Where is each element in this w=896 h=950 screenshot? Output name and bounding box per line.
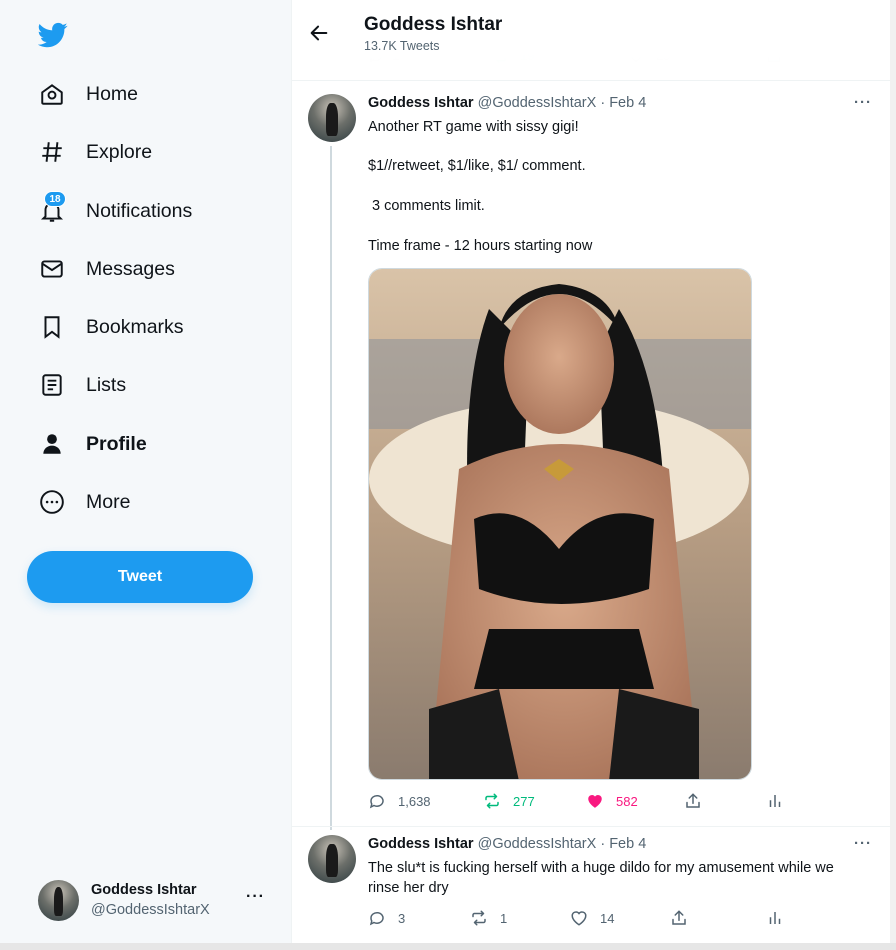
tweet-author-name[interactable]: Goddess Ishtar: [368, 836, 474, 852]
main-column: 1 19 25 Goddess Ishtar 13.7K Tweets Godd…: [291, 0, 896, 950]
nav-label-more: More: [86, 490, 131, 513]
page-title: Goddess Ishtar: [364, 14, 503, 35]
like-count: 582: [616, 793, 638, 809]
retweet-count: 277: [513, 793, 535, 809]
tweet-author-name[interactable]: Goddess Ishtar: [368, 95, 474, 111]
reply-button[interactable]: 3: [368, 909, 405, 927]
retweet-button[interactable]: 1: [470, 909, 507, 927]
tweet-more-icon[interactable]: ···: [854, 835, 872, 852]
tweet-date[interactable]: Feb 4: [609, 95, 646, 111]
share-button[interactable]: [684, 792, 702, 810]
account-avatar: [38, 879, 79, 921]
analytics-icon: [769, 795, 781, 807]
like-button[interactable]: 14: [570, 909, 614, 927]
thread-line: [330, 146, 332, 830]
tweet-avatar[interactable]: [308, 835, 356, 883]
tweet-photo-image: [369, 269, 751, 779]
bookmark-icon: [38, 313, 66, 341]
analytics-button[interactable]: [766, 792, 784, 810]
envelope-icon: [38, 255, 66, 283]
nav-item-lists[interactable]: Lists: [38, 365, 126, 405]
account-name: Goddess Ishtar: [91, 882, 197, 898]
share-button[interactable]: [670, 909, 688, 927]
tweet-more-icon[interactable]: ···: [854, 94, 872, 111]
nav-item-messages[interactable]: Messages: [38, 249, 175, 289]
tweet-text-line: Time frame - 12 hours starting now: [368, 238, 593, 254]
share-icon: [672, 910, 686, 925]
like-button[interactable]: 582: [586, 792, 638, 810]
tweet-avatar[interactable]: [308, 94, 356, 142]
tweet-text-line: Another RT game with sissy gigi!: [368, 119, 579, 135]
heart-filled-icon: [588, 795, 602, 808]
nav-label-messages: Messages: [86, 257, 175, 280]
tweet-text-line: $1//retweet, $1/like, $1/ comment.: [368, 158, 586, 174]
nav-label-home: Home: [86, 82, 139, 105]
retweet-button[interactable]: 277: [483, 792, 535, 810]
nav-item-bookmarks[interactable]: Bookmarks: [38, 307, 184, 347]
tweet-author-handle[interactable]: @GoddessIshtarX: [478, 836, 597, 852]
analytics-button[interactable]: [766, 909, 784, 927]
nav-label-bookmarks: Bookmarks: [86, 315, 184, 338]
like-count: 14: [600, 910, 615, 926]
retweet-icon: [472, 910, 486, 926]
divider: [292, 826, 892, 827]
heart-icon: [571, 911, 587, 926]
nav-item-home[interactable]: Home: [38, 74, 138, 114]
hashtag-icon: [38, 138, 66, 166]
tweet-actions: 3 1 14: [368, 909, 798, 929]
person-icon: [38, 430, 66, 458]
account-switcher[interactable]: Goddess Ishtar @GoddessIshtarX ···: [38, 878, 278, 922]
account-more-icon[interactable]: ···: [246, 888, 265, 906]
nav-item-notifications[interactable]: 18 Notifications: [38, 191, 192, 231]
share-icon: [686, 793, 700, 808]
nav-label-profile: Profile: [86, 432, 147, 455]
home-icon: [38, 80, 66, 108]
tweet-photo[interactable]: [368, 268, 752, 780]
nav-label-lists: Lists: [86, 373, 127, 396]
analytics-icon: [769, 912, 781, 924]
nav-item-profile[interactable]: Profile: [38, 424, 147, 464]
reply-icon: [369, 794, 384, 809]
tweet-actions: 1,638 277 582: [368, 792, 798, 812]
tweet-header: Goddess Ishtar @GoddessIshtarX · Feb 4: [368, 836, 647, 852]
reply-icon: [369, 911, 384, 926]
tweet-author-handle[interactable]: @GoddessIshtarX: [478, 95, 597, 111]
tweet-count: 13.7K Tweets: [364, 39, 440, 53]
tweet-button[interactable]: Tweet: [27, 551, 253, 603]
reply-button[interactable]: 1,638: [368, 792, 431, 810]
list-icon: [38, 371, 66, 399]
bell-icon: 18: [38, 191, 66, 225]
scrollbar[interactable]: [890, 0, 896, 950]
sidebar: Home Explore 18 Notifications Messages B…: [0, 0, 291, 950]
back-arrow-icon[interactable]: [308, 22, 330, 44]
nav-item-explore[interactable]: Explore: [38, 132, 152, 172]
nav-label-explore: Explore: [86, 140, 153, 163]
tweet-text-line: 3 comments limit.: [368, 198, 485, 214]
window-bottom-bar: [0, 943, 896, 950]
notifications-badge: 18: [44, 191, 66, 207]
retweet-count: 1: [500, 910, 508, 926]
nav-label-notifications: Notifications: [86, 199, 193, 222]
more-circle-icon: [38, 488, 66, 516]
reply-count: 3: [398, 910, 406, 926]
tweet-text: The slu*t is fucking herself with a huge…: [368, 860, 834, 896]
profile-header: Goddess Ishtar 13.7K Tweets: [292, 0, 892, 68]
tweet-date[interactable]: Feb 4: [609, 836, 646, 852]
reply-count: 1,638: [398, 793, 431, 809]
twitter-logo-icon[interactable]: [38, 20, 68, 50]
account-handle: @GoddessIshtarX: [91, 902, 210, 918]
retweet-icon: [485, 793, 499, 809]
nav-item-more[interactable]: More: [38, 482, 130, 522]
divider: [292, 80, 892, 81]
tweet-header: Goddess Ishtar @GoddessIshtarX · Feb 4: [368, 95, 647, 111]
